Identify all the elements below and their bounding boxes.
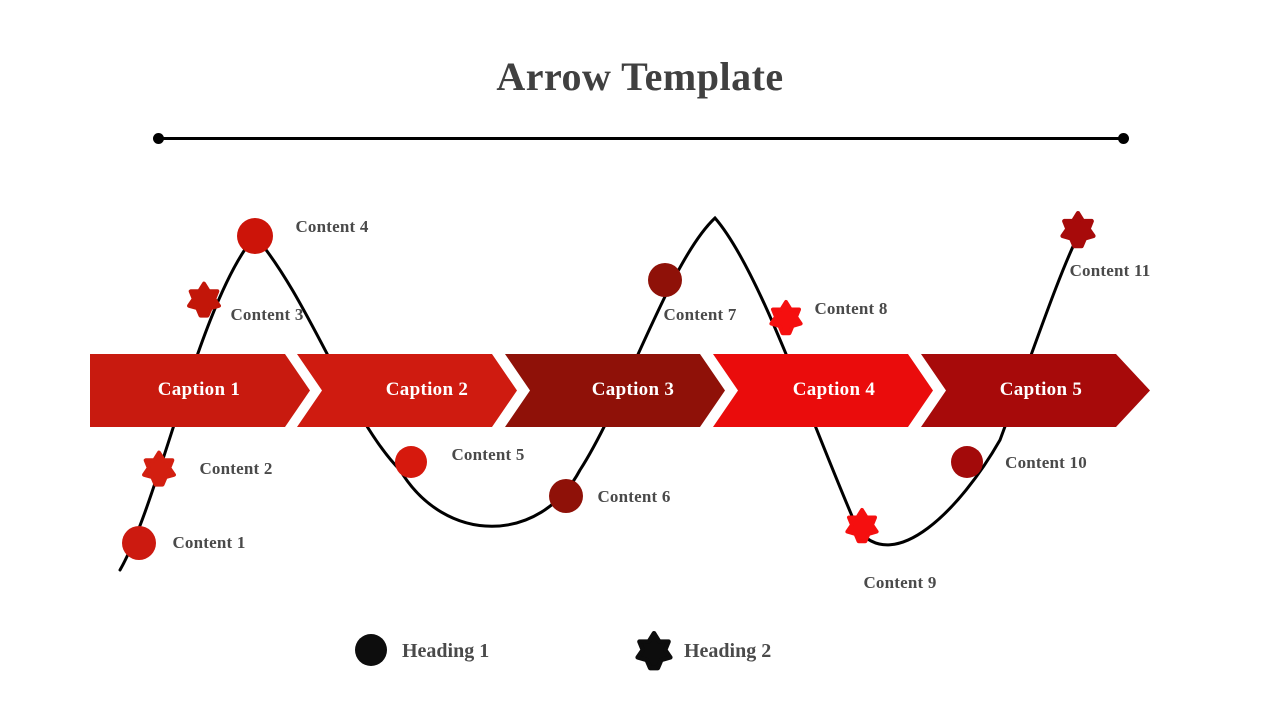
ribbon-caption-4[interactable]: Caption 4 xyxy=(793,379,875,401)
legend-item-heading-1[interactable]: Heading 1 xyxy=(358,628,489,674)
label-content-4: Content 4 xyxy=(295,217,369,236)
label-content-6: Content 6 xyxy=(597,487,671,506)
divider-right-dot xyxy=(1118,133,1129,144)
divider-line xyxy=(158,137,1122,140)
label-content-9: Content 9 xyxy=(863,573,937,592)
marker-content-9[interactable] xyxy=(845,508,879,544)
marker-content-11[interactable] xyxy=(1063,213,1094,246)
legend: Heading 1 Heading 2 xyxy=(350,628,910,674)
marker-content-7[interactable] xyxy=(648,263,682,297)
legend-circle-spacer xyxy=(358,636,388,666)
ribbon-caption-5[interactable]: Caption 5 xyxy=(1000,379,1082,401)
diagram-graphics xyxy=(90,0,1150,720)
label-content-10: Content 10 xyxy=(1005,453,1087,472)
label-content-2: Content 2 xyxy=(199,459,273,478)
marker-content-1[interactable] xyxy=(122,526,156,560)
label-content-1: Content 1 xyxy=(172,533,246,552)
marker-content-8[interactable] xyxy=(769,300,803,336)
legend-star-spacer xyxy=(640,636,670,666)
label-content-3: Content 3 xyxy=(230,305,304,324)
marker-content-3[interactable] xyxy=(189,284,219,316)
page-title: Arrow Template xyxy=(496,54,784,99)
label-content-5: Content 5 xyxy=(451,445,525,464)
legend-label-heading-2: Heading 2 xyxy=(684,639,772,662)
legend-item-heading-2[interactable]: Heading 2 xyxy=(640,628,771,674)
ribbon-caption-2[interactable]: Caption 2 xyxy=(386,379,468,401)
label-content-11: Content 11 xyxy=(1069,261,1151,280)
ribbon-caption-1[interactable]: Caption 1 xyxy=(158,379,240,401)
label-content-8: Content 8 xyxy=(814,299,888,318)
divider xyxy=(150,130,1130,150)
slide-canvas: Arrow Template Caption 1 Caption 2 Capti… xyxy=(0,0,1280,720)
marker-content-10[interactable] xyxy=(951,446,983,478)
marker-content-2[interactable] xyxy=(144,453,174,485)
marker-content-5[interactable] xyxy=(395,446,427,478)
label-content-7: Content 7 xyxy=(663,305,737,324)
marker-content-6[interactable] xyxy=(549,479,583,513)
legend-label-heading-1: Heading 1 xyxy=(402,639,490,662)
marker-content-4[interactable] xyxy=(237,218,273,254)
ribbon-caption-3[interactable]: Caption 3 xyxy=(592,379,674,401)
